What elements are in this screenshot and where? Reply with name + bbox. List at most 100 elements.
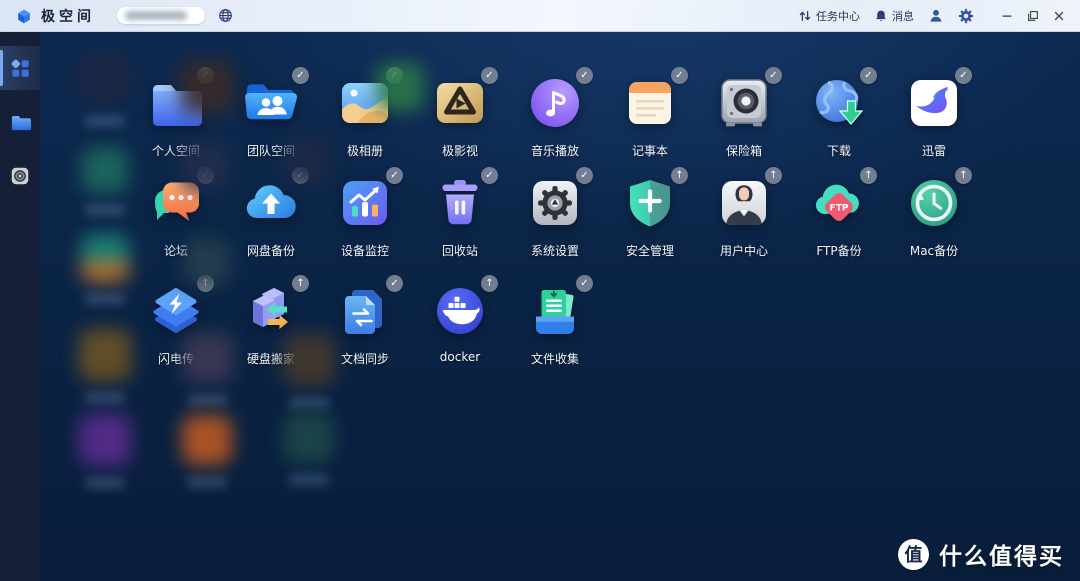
minimize-button[interactable] xyxy=(996,5,1018,27)
app-label: 回收站 xyxy=(418,242,502,259)
blurred-app-icon xyxy=(181,142,229,190)
safe-box-icon: ✓ xyxy=(714,73,774,133)
smzdm-logo-icon: 值 xyxy=(898,539,929,570)
docker-icon: ↑ xyxy=(430,281,490,341)
user-center-icon: ↑ xyxy=(714,173,774,233)
blurred-app-label xyxy=(85,393,125,403)
messages-label: 消息 xyxy=(892,8,914,24)
installed-check-badge: ✓ xyxy=(386,275,403,292)
sidebar-item-files[interactable] xyxy=(0,100,40,144)
apps-grid-icon xyxy=(9,57,32,80)
system-settings-icon: ✓ xyxy=(525,173,585,233)
sidebar-item-apps[interactable] xyxy=(0,46,40,90)
app-window: 极空间 任务中心 消息 xyxy=(0,0,1080,581)
app-label: 保险箱 xyxy=(702,142,786,159)
update-available-badge: ↑ xyxy=(955,167,972,184)
update-available-badge: ↑ xyxy=(860,167,877,184)
download-icon: ✓ xyxy=(809,73,869,133)
task-center-button[interactable]: 任务中心 xyxy=(798,8,860,24)
app-label: 系统设置 xyxy=(513,242,597,259)
desktop[interactable]: ✓个人空间✓团队空间✓极相册✓极影视✓音乐播放✓记事本✓保险箱✓下载✓迅雷✓论坛… xyxy=(40,32,1080,581)
app-label: 设备监控 xyxy=(323,242,407,259)
app-label: 文件收集 xyxy=(513,350,597,367)
app-label: 安全管理 xyxy=(608,242,692,259)
app-safe-box[interactable]: ✓ 保险箱 xyxy=(702,73,786,159)
app-user-center[interactable]: ↑用户中心 xyxy=(702,173,786,259)
installed-check-badge: ✓ xyxy=(292,67,309,84)
blurred-app-label xyxy=(289,398,329,408)
installed-check-badge: ✓ xyxy=(860,67,877,84)
app-xunlei[interactable]: ✓ 迅雷 xyxy=(892,73,976,159)
update-available-badge: ↑ xyxy=(481,275,498,292)
update-available-badge: ↑ xyxy=(292,275,309,292)
update-available-badge: ↑ xyxy=(671,167,688,184)
blurred-app-icon xyxy=(283,334,335,386)
app-recycle-bin[interactable]: ✓回收站 xyxy=(418,173,502,259)
blurred-app-icon xyxy=(81,234,129,282)
installed-check-badge: ✓ xyxy=(481,167,498,184)
sidebar-item-system[interactable] xyxy=(0,154,40,198)
blurred-app-label xyxy=(85,116,125,126)
ftp-backup-icon: FTP↑ xyxy=(809,173,869,233)
app-label: 极相册 xyxy=(323,142,407,159)
app-doc-sync[interactable]: ✓ 文档同步 xyxy=(323,281,407,367)
messages-button[interactable]: 消息 xyxy=(874,8,914,24)
app-device-monitor[interactable]: ✓ 设备监控 xyxy=(323,173,407,259)
blurred-app-icon xyxy=(79,52,131,104)
sidebar xyxy=(0,32,40,581)
blurred-app-icon xyxy=(180,60,234,114)
blurred-app-icon xyxy=(184,239,230,285)
disk-migration-icon: ↑ xyxy=(241,281,301,341)
app-music-player[interactable]: ✓音乐播放 xyxy=(513,73,597,159)
user-button[interactable] xyxy=(928,8,944,24)
account-name-pill-blurred[interactable] xyxy=(117,7,205,24)
app-security[interactable]: ↑安全管理 xyxy=(608,173,692,259)
app-label: docker xyxy=(418,350,502,364)
app-movies[interactable]: ✓极影视 xyxy=(418,73,502,159)
app-ftp-backup[interactable]: FTP↑ FTP备份 xyxy=(797,173,881,259)
app-label: Mac备份 xyxy=(892,242,976,259)
close-icon xyxy=(1052,9,1066,23)
lightning-transfer-icon: ↑ xyxy=(146,281,206,341)
blurred-app-icon xyxy=(283,138,329,184)
blurred-app-icon xyxy=(284,413,334,463)
app-label: 迅雷 xyxy=(892,142,976,159)
app-label: 文档同步 xyxy=(323,350,407,367)
app-mac-backup[interactable]: ↑ Mac备份 xyxy=(892,173,976,259)
blurred-app-icon xyxy=(79,329,131,381)
task-center-icon xyxy=(798,9,812,23)
installed-check-badge: ✓ xyxy=(576,67,593,84)
doc-sync-icon: ✓ xyxy=(335,281,395,341)
device-monitor-icon: ✓ xyxy=(335,173,395,233)
installed-check-badge: ✓ xyxy=(576,275,593,292)
app-cloud-backup[interactable]: ✓网盘备份 xyxy=(229,173,313,259)
app-file-collect[interactable]: ✓文件收集 xyxy=(513,281,597,367)
globe-icon[interactable] xyxy=(218,8,233,23)
blurred-app-icon xyxy=(183,333,233,383)
zspace-logo-icon xyxy=(14,6,34,26)
settings-button[interactable] xyxy=(958,8,974,24)
app-label: 记事本 xyxy=(608,142,692,159)
smzdm-watermark: 值 什么值得买 xyxy=(898,537,1064,571)
blurred-account-text xyxy=(125,11,187,20)
mac-backup-icon: ↑ xyxy=(904,173,964,233)
team-space-icon: ✓ xyxy=(241,73,301,133)
app-system-settings[interactable]: ✓ 系统设置 xyxy=(513,173,597,259)
folder-icon xyxy=(9,111,32,134)
app-docker[interactable]: ↑ docker xyxy=(418,281,502,364)
blurred-app-icon xyxy=(182,415,232,465)
app-label: 网盘备份 xyxy=(229,242,313,259)
app-label: FTP备份 xyxy=(797,242,881,259)
gear-icon xyxy=(958,8,974,24)
app-notepad[interactable]: ✓记事本 xyxy=(608,73,692,159)
installed-check-badge: ✓ xyxy=(481,67,498,84)
app-label: 下载 xyxy=(797,142,881,159)
close-button[interactable] xyxy=(1048,5,1070,27)
blurred-app-label xyxy=(85,294,125,304)
xunlei-icon: ✓ xyxy=(904,73,964,133)
installed-check-badge: ✓ xyxy=(765,67,782,84)
blurred-app-icon xyxy=(79,414,131,466)
app-download[interactable]: ✓ 下载 xyxy=(797,73,881,159)
restore-icon xyxy=(1026,9,1040,23)
restore-button[interactable] xyxy=(1022,5,1044,27)
